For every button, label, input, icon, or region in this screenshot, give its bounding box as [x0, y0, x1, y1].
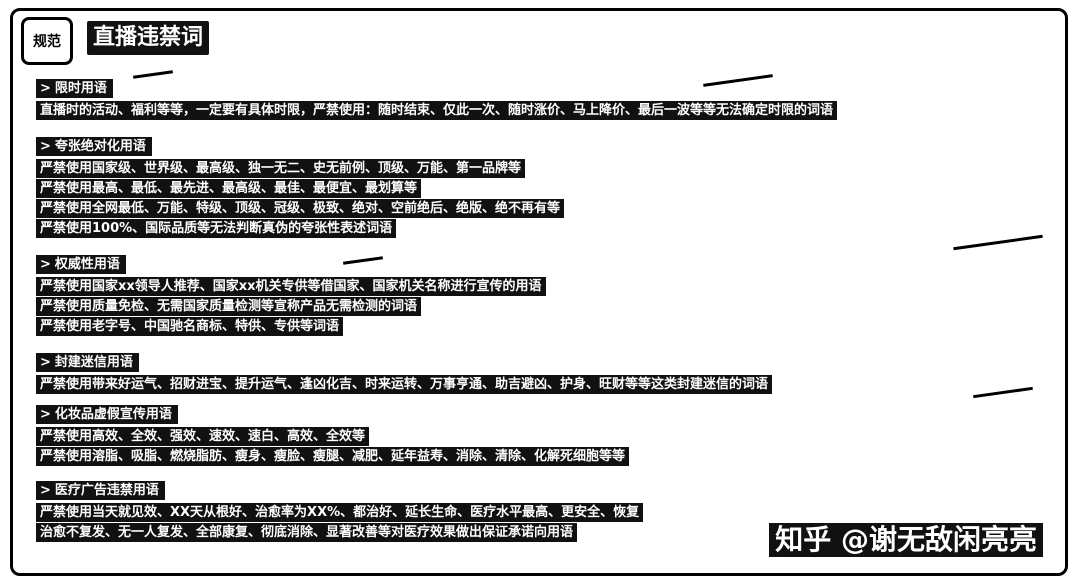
rule-line: 严禁使用国家级、世界级、最高级、独一无二、史无前例、顶级、万能、第一品牌等	[36, 157, 1056, 178]
rule-line: 严禁使用高效、全效、强效、速效、速白、高效、全效等	[36, 425, 1056, 446]
section-heading: > 封建迷信用语	[36, 353, 139, 372]
chevron-right-icon: >	[40, 81, 51, 96]
rule-line: 严禁使用100%、国际品质等无法判断真伪的夸张性表述词语	[36, 217, 1056, 238]
section-heading: > 夸张绝对化用语	[36, 137, 152, 156]
chevron-right-icon: >	[40, 139, 51, 154]
category-badge: 规范	[21, 17, 73, 65]
chevron-right-icon: >	[40, 355, 51, 370]
rule-line: 严禁使用国家xx领导人推荐、国家xx机关专供等借国家、国家机关名称进行宣传的用语	[36, 275, 1056, 296]
chevron-right-icon: >	[40, 407, 51, 422]
rule-line: 严禁使用溶脂、吸脂、燃烧脂肪、瘦身、瘦脸、瘦腿、减肥、延年益寿、消除、清除、化解…	[36, 445, 1056, 466]
violation-words-card: 规范 直播违禁词 > 限时用语 直播时的活动、福利等等，一定要有具体时限，严禁使用…	[10, 8, 1068, 576]
section-absolute-terms: > 夸张绝对化用语 严禁使用国家级、世界级、最高级、独一无二、史无前例、顶级、万能…	[36, 135, 1056, 238]
rule-line: 严禁使用带来好运气、招财进宝、提升运气、逢凶化吉、时来运转、万事亨通、助吉避凶、…	[36, 373, 1056, 394]
page-title: 直播违禁词	[87, 21, 210, 55]
zhihu-watermark: 知乎 @谢无敌闲亮亮	[769, 523, 1043, 557]
chevron-right-icon: >	[40, 257, 51, 272]
rule-line: 严禁使用最高、最低、最先进、最高级、最佳、最便宜、最划算等	[36, 177, 1056, 198]
section-heading: > 权威性用语	[36, 255, 126, 274]
rule-line: 直播时的活动、福利等等，一定要有具体时限，严禁使用：随时结束、仅此一次、随时涨价…	[36, 99, 1056, 120]
content: > 限时用语 直播时的活动、福利等等，一定要有具体时限，严禁使用：随时结束、仅此一…	[36, 77, 1056, 557]
rule-line: 严禁使用当天就见效、XX天从根好、治愈率为XX%、都治好、延长生命、医疗水平最高…	[36, 501, 1056, 522]
section-authority-terms: > 权威性用语 严禁使用国家xx领导人推荐、国家xx机关专供等借国家、国家机关名称…	[36, 253, 1056, 336]
section-heading: > 化妆品虚假宣传用语	[36, 405, 178, 424]
rule-line: 严禁使用质量免检、无需国家质量检测等宣称产品无需检测的词语	[36, 295, 1056, 316]
rule-line: 严禁使用老字号、中国驰名商标、特供、专供等词语	[36, 315, 1056, 336]
section-time-limit: > 限时用语 直播时的活动、福利等等，一定要有具体时限，严禁使用：随时结束、仅此一…	[36, 77, 1056, 120]
section-heading: > 限时用语	[36, 79, 113, 98]
rule-line: 严禁使用全网最低、万能、特级、顶级、冠级、极致、绝对、空前绝后、绝版、绝不再有等	[36, 197, 1056, 218]
section-heading: > 医疗广告违禁用语	[36, 481, 165, 500]
chevron-right-icon: >	[40, 483, 51, 498]
section-superstition-terms: > 封建迷信用语 严禁使用带来好运气、招财进宝、提升运气、逢凶化吉、时来运转、万事…	[36, 351, 1056, 394]
section-cosmetics-terms: > 化妆品虚假宣传用语 严禁使用高效、全效、强效、速效、速白、高效、全效等 严禁使…	[36, 403, 1056, 466]
